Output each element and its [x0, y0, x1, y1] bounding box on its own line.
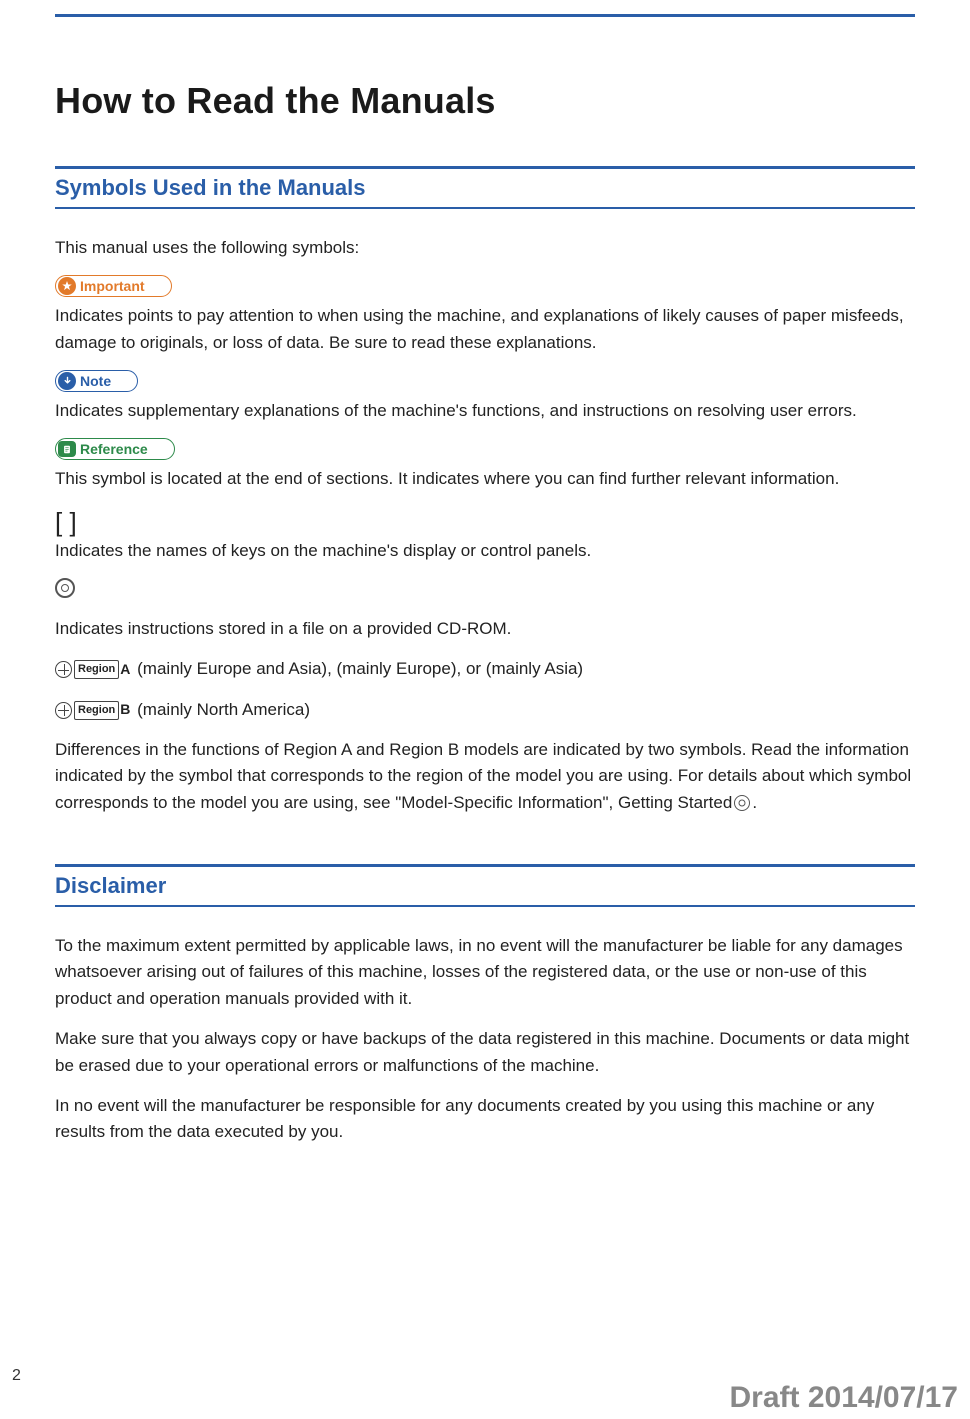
bracket-desc: Indicates the names of keys on the machi… [55, 538, 915, 564]
reference-pill: Reference [55, 438, 175, 460]
important-desc: Indicates points to pay attention to whe… [55, 303, 915, 356]
important-label: Important [80, 278, 145, 294]
region-tag-label: Region [74, 701, 119, 720]
section-heading-disclaimer: Disclaimer [55, 864, 915, 907]
symbol-cdrom: Indicates instructions stored in a file … [55, 578, 915, 642]
symbols-intro: This manual uses the following symbols: [55, 235, 915, 261]
draft-stamp: Draft 2014/07/17 [730, 1381, 959, 1415]
disclaimer-p3: In no event will the manufacturer be res… [55, 1093, 915, 1146]
region-summary: Differences in the functions of Region A… [55, 737, 915, 816]
disclaimer-p2: Make sure that you always copy or have b… [55, 1026, 915, 1079]
region-b-tag: Region B [55, 699, 130, 721]
region-a-letter: A [120, 659, 130, 681]
region-a-desc: (mainly Europe and Asia), (mainly Europe… [137, 659, 583, 678]
note-desc: Indicates supplementary explanations of … [55, 398, 915, 424]
reference-label: Reference [80, 441, 148, 457]
region-b-desc: (mainly North America) [137, 700, 310, 719]
top-rule [55, 14, 915, 17]
note-label: Note [80, 373, 111, 389]
bracket-symbol: [ ] [55, 507, 915, 538]
symbol-note: Note Indicates supplementary explanation… [55, 370, 915, 424]
reference-desc: This symbol is located at the end of sec… [55, 466, 915, 492]
section-heading-label: Symbols Used in the Manuals [55, 175, 915, 201]
region-a-line: Region A (mainly Europe and Asia), (main… [55, 656, 915, 682]
symbol-important: Important Indicates points to pay attent… [55, 275, 915, 356]
globe-icon [55, 661, 72, 678]
globe-icon [55, 702, 72, 719]
section-heading-symbols: Symbols Used in the Manuals [55, 166, 915, 209]
region-b-line: Region B (mainly North America) [55, 697, 915, 723]
region-tag-label: Region [74, 660, 119, 679]
region-b-letter: B [120, 699, 130, 721]
page-number: 2 [12, 1367, 21, 1385]
page-title: How to Read the Manuals [55, 80, 915, 122]
cd-icon [734, 795, 750, 811]
document-page: How to Read the Manuals Symbols Used in … [0, 0, 970, 1419]
symbol-brackets: [ ] Indicates the names of keys on the m… [55, 507, 915, 564]
star-icon [58, 277, 76, 295]
disclaimer-p1: To the maximum extent permitted by appli… [55, 933, 915, 1012]
cd-icon [55, 578, 75, 598]
cdrom-desc: Indicates instructions stored in a file … [55, 616, 915, 642]
symbol-reference: Reference This symbol is located at the … [55, 438, 915, 492]
important-pill: Important [55, 275, 172, 297]
note-pill: Note [55, 370, 138, 392]
region-a-tag: Region A [55, 659, 130, 681]
region-summary-text-b: . [752, 793, 757, 812]
arrow-down-icon [58, 372, 76, 390]
region-summary-text-a: Differences in the functions of Region A… [55, 740, 911, 812]
page-icon [58, 441, 76, 457]
section-heading-label: Disclaimer [55, 873, 915, 899]
page-content: How to Read the Manuals Symbols Used in … [55, 0, 915, 1146]
